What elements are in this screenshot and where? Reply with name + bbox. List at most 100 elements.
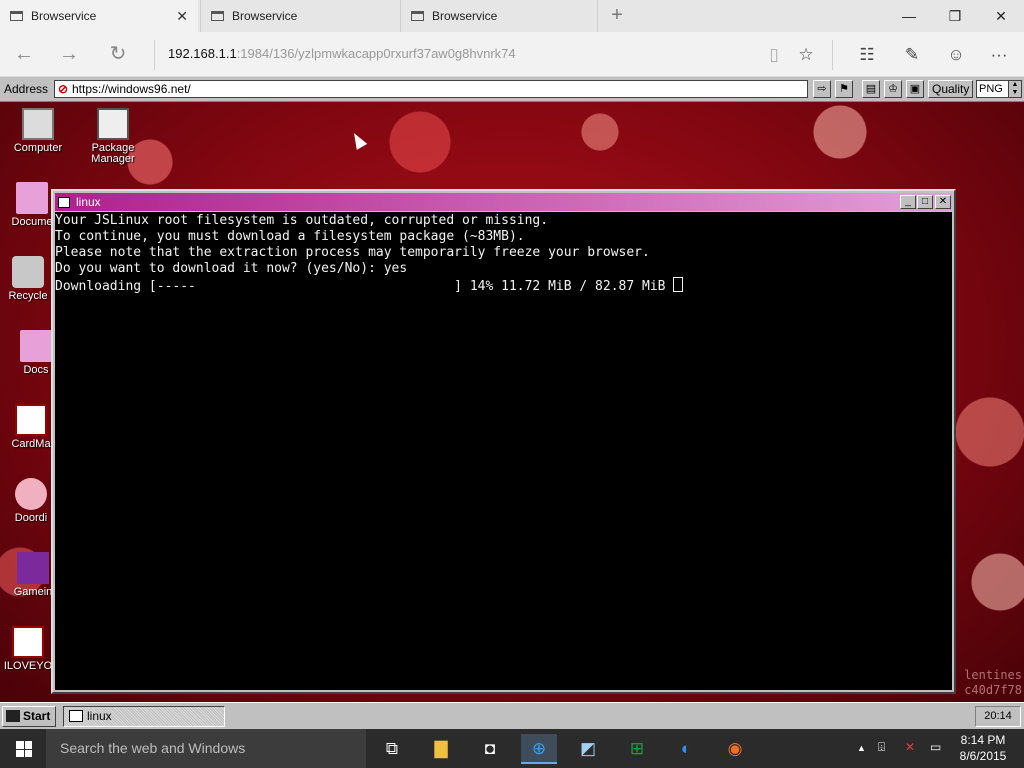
window-titlebar[interactable]: linux _ □ ✕ xyxy=(55,193,952,211)
divider xyxy=(832,40,833,70)
quality-value: PNG xyxy=(979,83,1003,95)
url-host: 192.168.1.1 xyxy=(168,46,237,61)
go-arrow-icon[interactable]: ⇨ xyxy=(813,80,831,98)
pig-icon xyxy=(15,478,47,510)
spinner-arrows-icon[interactable]: ▲ ▼ xyxy=(1008,81,1021,97)
store-icon[interactable]: ◘ xyxy=(472,734,508,764)
tab-title: Browservice xyxy=(232,9,298,23)
terminal-icon xyxy=(69,710,83,722)
tab-browservice-2[interactable]: Browservice xyxy=(200,0,398,32)
forward-button[interactable]: → xyxy=(54,40,84,68)
card-icon xyxy=(15,404,47,436)
bookmarks-list-icon[interactable]: ▤ xyxy=(862,80,880,98)
quality-select[interactable]: PNG ▲ ▼ xyxy=(976,80,1022,98)
browser-nav-bar: ← → ↻ 192.168.1.1:1984/136/yzlpmwkacapp0… xyxy=(0,32,1024,77)
desktop-icon-computer[interactable]: Computer xyxy=(0,108,76,154)
tab-page-icon xyxy=(211,11,224,21)
clock-time: 8:14 PM xyxy=(960,733,1006,747)
find-icon[interactable]: ♔ xyxy=(884,80,902,98)
tab-browservice-1[interactable]: Browservice ✕ xyxy=(0,0,198,32)
watermark-line-2: c40d7f78 xyxy=(964,683,1022,697)
quality-label: Quality xyxy=(928,80,974,98)
more-icon[interactable]: ··· xyxy=(985,41,1013,69)
address-label: Address xyxy=(4,82,49,96)
desktop-icon-label: Gamein xyxy=(13,586,53,598)
close-window-button[interactable]: ✕ xyxy=(978,0,1024,32)
terminal-output[interactable]: Your JSLinux root filesystem is outdated… xyxy=(55,212,952,690)
paint-icon[interactable]: ◩ xyxy=(570,734,606,764)
back-button[interactable]: ← xyxy=(9,40,39,68)
start-button[interactable]: Start xyxy=(2,706,56,727)
linux-window[interactable]: linux _ □ ✕ Your JSLinux root filesystem… xyxy=(51,189,956,694)
browser-tab-bar: Browservice ✕ Browservice Browservice + … xyxy=(0,0,1024,32)
desktop-icon-label: ILOVEYO xyxy=(3,660,53,672)
start-logo-icon xyxy=(6,710,20,722)
window-title: linux xyxy=(76,195,101,209)
recycle-bin-icon xyxy=(12,256,44,288)
hub-icon[interactable]: ☷ xyxy=(853,41,881,69)
tab-browservice-3[interactable]: Browservice xyxy=(400,0,598,32)
task-view-icon[interactable]: ⧉ xyxy=(374,734,410,764)
clock-date: 8/6/2015 xyxy=(959,749,1007,763)
url-path: :1984/136/yzlpmwkacapp0rxurf37aw0g8hvnrk… xyxy=(236,46,516,61)
edge-browser-icon[interactable]: ⊕ xyxy=(521,734,557,764)
mouse-cursor-icon xyxy=(348,130,368,150)
action-center-icon[interactable]: ▭ xyxy=(930,740,941,754)
terminal-line: Do you want to download it now? (yes/No)… xyxy=(55,261,408,276)
file-explorer-icon[interactable]: ▇ xyxy=(423,734,459,764)
tab-close-icon[interactable]: ✕ xyxy=(176,8,188,25)
app-blue-circle-icon[interactable]: ◐ xyxy=(668,734,704,764)
taskbar-item-linux[interactable]: linux xyxy=(63,706,225,727)
feedback-smiley-icon[interactable]: ☺ xyxy=(942,41,970,69)
desktop-icon-label: Package Manager xyxy=(91,142,135,165)
game-icon xyxy=(17,552,49,584)
network-icon[interactable]: ⌹ xyxy=(878,740,885,755)
desktop-icon-package-manager[interactable]: Package Manager xyxy=(75,108,151,165)
desktop-icon-label: Docume xyxy=(11,216,53,228)
w96-clock: 20:14 xyxy=(975,706,1021,727)
watermark-line-1: lentines xyxy=(964,668,1022,682)
window-close-button[interactable]: ✕ xyxy=(935,195,951,209)
tray-chevron-icon[interactable]: ▲ xyxy=(857,743,866,753)
windows-taskbar: Search the web and Windows ⧉ ▇ ◘ ⊕ ◩ ⊞ ◐… xyxy=(0,729,1024,768)
minimize-button[interactable]: — xyxy=(886,0,932,32)
terminal-line: Please note that the extraction process … xyxy=(55,245,650,260)
taskbar-item-label: linux xyxy=(87,709,112,723)
tab-title: Browservice xyxy=(432,9,498,23)
window-maximize-button[interactable]: □ xyxy=(917,195,933,209)
favorite-star-icon[interactable]: ☆ xyxy=(792,41,820,69)
new-tab-button[interactable]: + xyxy=(603,4,631,27)
app-orange-disc-icon[interactable]: ◉ xyxy=(717,734,753,764)
clipboard-icon[interactable]: ▣ xyxy=(906,80,924,98)
search-placeholder: Search the web and Windows xyxy=(60,740,246,756)
address-input[interactable]: ⊘ https://windows96.net/ xyxy=(54,80,808,98)
desktop-icon-label: Doordi xyxy=(14,512,48,524)
search-box[interactable]: Search the web and Windows xyxy=(46,729,366,768)
url-bar[interactable]: 192.168.1.1:1984/136/yzlpmwkacapp0rxurf3… xyxy=(168,46,516,61)
terminal-line: To continue, you must download a filesys… xyxy=(55,229,525,244)
web-note-icon[interactable]: ✎ xyxy=(898,41,926,69)
tab-page-icon xyxy=(411,11,424,21)
card-icon xyxy=(12,626,44,658)
terminal-line: Your JSLinux root filesystem is outdated… xyxy=(55,213,549,228)
package-icon xyxy=(97,108,129,140)
divider xyxy=(154,40,155,70)
terminal-icon xyxy=(58,197,70,208)
folder-icon xyxy=(20,330,52,362)
desktop-icon-label: CardMa xyxy=(11,438,51,450)
volume-muted-icon[interactable]: ✕ xyxy=(905,740,915,754)
desktop-icon-label: Computer xyxy=(13,142,63,154)
start-label: Start xyxy=(23,709,51,723)
bookmark-icon[interactable]: ⚑ xyxy=(835,80,853,98)
restore-button[interactable]: ❐ xyxy=(932,0,978,32)
window-minimize-button[interactable]: _ xyxy=(900,195,916,209)
system-clock[interactable]: 8:14 PM 8/6/2015 xyxy=(950,732,1016,764)
tab-title: Browservice xyxy=(31,9,97,23)
w96-taskbar: Start linux 20:14 xyxy=(0,702,1024,729)
reading-view-icon[interactable]: ▯ xyxy=(760,41,788,69)
windows-start-icon[interactable] xyxy=(16,741,32,757)
address-value: https://windows96.net/ xyxy=(72,82,191,96)
desktop-icon-label: Recycle xyxy=(8,290,48,302)
refresh-button[interactable]: ↻ xyxy=(103,40,133,68)
excel-icon[interactable]: ⊞ xyxy=(619,734,655,764)
